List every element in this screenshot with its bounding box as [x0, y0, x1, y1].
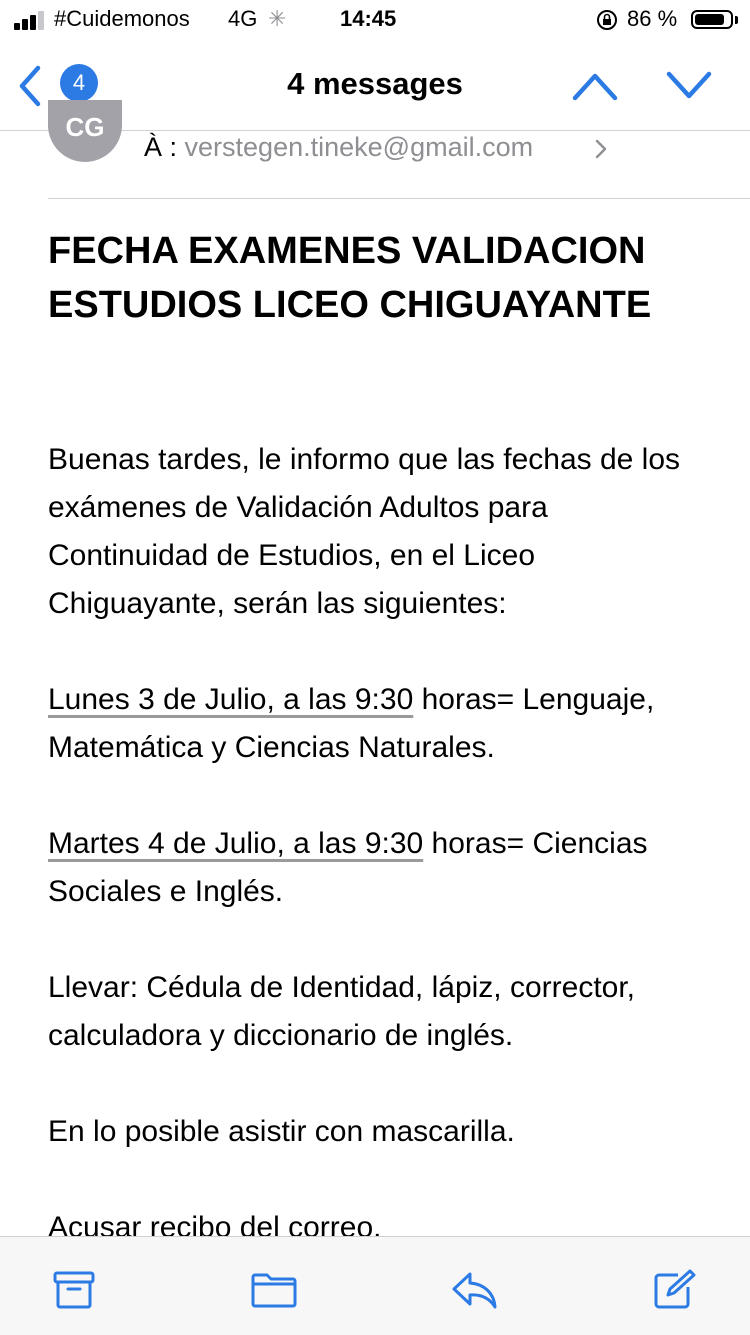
exam1-date-link[interactable]: Lunes 3 de Julio, a las 9:30 [48, 683, 413, 716]
exam2-date-link[interactable]: Martes 4 de Julio, a las 9:30 [48, 827, 423, 860]
status-time: 14:45 [340, 6, 397, 31]
recipient-row[interactable]: À : verstegen.tineke@gmail.com [144, 132, 533, 163]
archive-icon[interactable] [50, 1269, 98, 1311]
exam-schedule-1: Lunes 3 de Julio, a las 9:30 horas= Leng… [48, 676, 708, 772]
bottom-toolbar [0, 1236, 750, 1335]
orientation-lock-icon [597, 10, 617, 30]
nav-title: 4 messages [287, 66, 463, 101]
to-prefix: À : [144, 132, 178, 162]
email-intro: Buenas tardes, le informo que las fechas… [48, 443, 681, 620]
status-bar: #Cuidemonos 4G ✳ 14:45 86 % [0, 0, 750, 40]
chevron-down-icon[interactable] [664, 66, 714, 106]
reply-icon[interactable] [450, 1269, 498, 1311]
carrier-name: #Cuidemonos [54, 6, 190, 31]
recipient-address: verstegen.tineke@gmail.com [184, 132, 534, 162]
avatar-initials: CG [65, 112, 105, 142]
activity-spinner-icon: ✳ [268, 6, 287, 31]
battery-tip [735, 16, 738, 24]
battery-icon [691, 10, 733, 29]
email-mask-note: En lo posible asistir con mascarilla. [48, 1115, 515, 1148]
battery-level [695, 14, 724, 25]
sender-avatar[interactable]: CG [48, 100, 122, 162]
email-subject: FECHA EXAMENES VALIDACION ESTUDIOS LICEO… [48, 230, 652, 326]
compose-icon[interactable] [652, 1269, 700, 1311]
header-divider [48, 198, 750, 199]
network-type: 4G [228, 6, 258, 31]
chevron-up-icon[interactable] [570, 66, 620, 106]
email-bring-list: Llevar: Cédula de Identidad, lápiz, corr… [48, 971, 636, 1052]
battery-percent: 86 % [627, 6, 678, 31]
exam-schedule-2: Martes 4 de Julio, a las 9:30 horas= Cie… [48, 820, 708, 916]
signal-icon [14, 10, 50, 30]
chevron-right-icon[interactable] [594, 138, 608, 160]
folder-icon[interactable] [250, 1269, 298, 1311]
